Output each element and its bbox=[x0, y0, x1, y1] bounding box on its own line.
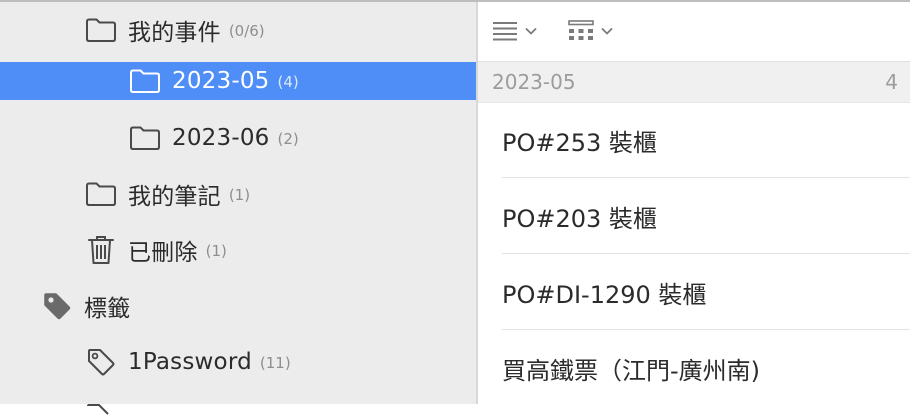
sidebar-item-count: (1) bbox=[228, 186, 251, 204]
note-title: PO#203 裝櫃 bbox=[502, 204, 657, 233]
group-title: 2023-05 bbox=[492, 70, 576, 94]
folder-icon bbox=[84, 13, 118, 47]
note-list-item[interactable]: PO#203 裝櫃 bbox=[478, 178, 910, 254]
sidebar-item-1password[interactable]: 1Password (11) bbox=[0, 334, 476, 390]
sidebar-item-count: (11) bbox=[259, 354, 291, 372]
list-view-icon bbox=[493, 22, 517, 41]
chevron-down-icon bbox=[601, 27, 613, 35]
note-title: PO#DI-1290 裝櫃 bbox=[502, 280, 707, 309]
sidebar-item-label: 1Password bbox=[128, 349, 252, 375]
sidebar-item-deleted[interactable]: 已刪除 (1) bbox=[0, 222, 476, 278]
sidebar-item-label: 已刪除 bbox=[128, 240, 198, 266]
sidebar-item-2023-05[interactable]: 2023-05 (4) bbox=[0, 62, 476, 100]
tag-icon bbox=[87, 404, 109, 415]
chevron-down-icon bbox=[525, 27, 537, 35]
view-options-button[interactable] bbox=[492, 15, 538, 47]
sidebar-item-label: 2023-05 bbox=[172, 68, 270, 94]
note-list-pane: 2023-05 4 PO#253 裝櫃 PO#203 裝櫃 PO#DI-1290… bbox=[478, 2, 910, 404]
sidebar-item-label: 標籤 bbox=[84, 296, 131, 322]
list-group-header: 2023-05 4 bbox=[478, 61, 910, 103]
sidebar-item-count: (4) bbox=[277, 73, 299, 91]
note-title: PO#253 裝櫃 bbox=[502, 128, 657, 157]
grid-view-icon bbox=[568, 20, 594, 40]
trash-icon bbox=[84, 233, 118, 267]
note-list-item[interactable]: PO#DI-1290 裝櫃 bbox=[478, 254, 910, 330]
list-toolbar bbox=[478, 2, 910, 60]
folder-icon bbox=[128, 64, 162, 98]
sidebar-item-label: 2023-06 bbox=[172, 125, 270, 151]
sidebar-item-tags[interactable]: 標籤 bbox=[0, 278, 476, 334]
sidebar-item-my-notes[interactable]: 我的筆記 (1) bbox=[0, 166, 476, 222]
sidebar-item-my-events[interactable]: 我的事件 (0/6) bbox=[0, 2, 476, 58]
sidebar-item-count: (0/6) bbox=[228, 22, 265, 40]
sidebar-item-count: (2) bbox=[277, 130, 299, 148]
sidebar-item-2023-06[interactable]: 2023-06 (2) bbox=[0, 110, 476, 166]
tag-icon bbox=[84, 345, 118, 379]
tag-icon bbox=[40, 289, 74, 323]
layout-options-button[interactable] bbox=[568, 15, 614, 47]
note-list-item[interactable]: PO#253 裝櫃 bbox=[478, 102, 910, 178]
group-count: 4 bbox=[885, 70, 898, 94]
sidebar: 我的事件 (0/6) 2023-05 (4) 2023-06 (2) 我的筆記 … bbox=[0, 2, 476, 415]
note-list-item[interactable]: 買高鐵票（江門-廣州南) bbox=[478, 330, 910, 406]
folder-icon bbox=[84, 177, 118, 211]
sidebar-item-count: (1) bbox=[205, 242, 227, 260]
folder-icon bbox=[128, 121, 162, 155]
sidebar-item-label: 我的筆記 bbox=[128, 184, 221, 210]
sidebar-item-label: 我的事件 bbox=[128, 20, 221, 46]
note-title: 買高鐵票（江門-廣州南) bbox=[502, 356, 761, 385]
